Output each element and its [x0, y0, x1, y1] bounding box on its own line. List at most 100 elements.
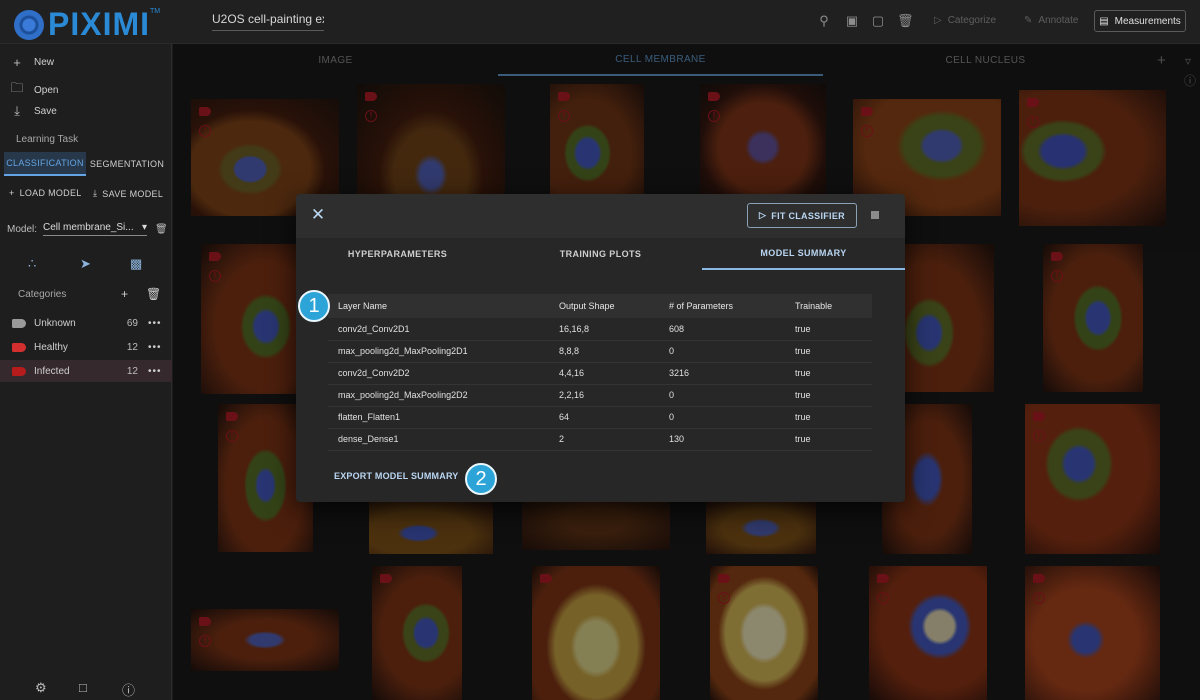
table-row: max_pooling2d_MaxPooling2D2 2,2,16 0 tru…	[328, 384, 872, 407]
column-header: # of Parameters	[659, 294, 785, 318]
category-tag-icon	[12, 318, 26, 328]
column-header: Output Shape	[549, 294, 659, 318]
dialog-tabs: HYPERPARAMETERS TRAINING PLOTS MODEL SUM…	[296, 238, 905, 270]
bar-chart-icon[interactable]: ▩	[130, 256, 142, 272]
select-all-icon[interactable]: ▣	[844, 13, 860, 29]
ruler-icon: ▤	[1099, 15, 1109, 27]
table-row: flatten_Flatten1 64 0 true	[328, 406, 872, 429]
category-item-healthy[interactable]: Healthy 12 •••	[0, 336, 172, 358]
delete-icon[interactable]: 🗑	[897, 13, 914, 29]
category-count: 12	[126, 341, 138, 353]
app-header: PIXIMI TM U2OS cell-painting expe ⚲ ▣ ▢ …	[0, 0, 1200, 44]
new-button[interactable]: + New	[10, 55, 54, 70]
layer-name-cell: conv2d_Conv2D1	[328, 318, 549, 341]
tab-model-summary[interactable]: MODEL SUMMARY	[702, 238, 905, 270]
fit-classifier-button[interactable]: ▷ FIT CLASSIFIER	[747, 203, 857, 228]
more-options-icon[interactable]: •••	[148, 366, 162, 377]
learning-task-heading: Learning Task	[16, 134, 79, 145]
categories-heading: Categories	[18, 289, 67, 300]
save-button[interactable]: ⤓ Save	[10, 103, 57, 119]
delete-categories-icon[interactable]: 🗑	[146, 287, 161, 301]
fit-classifier-label: FIT CLASSIFIER	[771, 210, 845, 221]
trainable-cell: true	[785, 406, 872, 429]
save-label: Save	[34, 105, 57, 117]
export-model-summary-button[interactable]: EXPORT MODEL SUMMARY	[334, 471, 459, 481]
model-selector-row: Model: Cell membrane_Si... ▾ 🗑	[7, 222, 168, 236]
settings-icon[interactable]: ⚙	[35, 680, 47, 696]
layer-name-cell: max_pooling2d_MaxPooling2D2	[328, 384, 549, 407]
save-model-button[interactable]: ⤓ SAVE MODEL	[93, 188, 163, 199]
zoom-icon[interactable]: ⚲	[816, 13, 832, 29]
deselect-icon[interactable]: ▢	[870, 13, 886, 29]
folder-icon: 🗀	[10, 80, 24, 95]
layer-name-cell: dense_Dense1	[328, 428, 549, 451]
step-callout-2: 2	[465, 463, 497, 495]
layer-name-cell: conv2d_Conv2D2	[328, 362, 549, 385]
trainable-cell: true	[785, 340, 872, 363]
more-options-icon[interactable]: •••	[148, 342, 162, 353]
table-row: conv2d_Conv2D1 16,16,8 608 true	[328, 318, 872, 341]
table-header-row: Layer Name Output Shape # of Parameters …	[328, 294, 872, 318]
tab-hyperparameters[interactable]: HYPERPARAMETERS	[296, 238, 499, 270]
category-name: Infected	[34, 365, 70, 377]
load-model-label: LOAD MODEL	[19, 188, 82, 198]
logo-text: PIXIMI	[48, 6, 151, 42]
stop-icon[interactable]	[871, 211, 879, 219]
table-row: max_pooling2d_MaxPooling2D1 8,8,8 0 true	[328, 340, 872, 363]
model-label: Model:	[7, 223, 38, 235]
play-circle-icon: ▷	[759, 210, 767, 220]
measurements-button[interactable]: ▤ Measurements	[1094, 10, 1186, 32]
output-shape-cell: 2	[549, 428, 659, 451]
parameters-cell: 0	[659, 340, 785, 363]
output-shape-cell: 16,16,8	[549, 318, 659, 341]
help-icon[interactable]: ⓘ	[122, 680, 135, 699]
category-tag-icon	[12, 342, 26, 352]
scatter-plot-icon[interactable]: ∴	[28, 256, 36, 272]
parameters-cell: 130	[659, 428, 785, 451]
column-header: Trainable	[785, 294, 872, 318]
close-icon[interactable]: ✕	[310, 206, 326, 224]
annotate-button[interactable]: ✎ Annotate	[1024, 11, 1078, 31]
brush-icon: ✎	[1024, 15, 1033, 26]
output-shape-cell: 8,8,8	[549, 340, 659, 363]
dialog-header: ✕ ▷ FIT CLASSIFIER	[296, 194, 905, 238]
logo-trademark: TM	[150, 8, 161, 15]
category-count: 12	[126, 365, 138, 377]
model-value: Cell membrane_Si...	[43, 222, 134, 233]
plus-icon: +	[9, 188, 15, 198]
output-shape-cell: 4,4,16	[549, 362, 659, 385]
feedback-icon[interactable]: □	[79, 680, 87, 695]
trainable-cell: true	[785, 428, 872, 451]
output-shape-cell: 64	[549, 406, 659, 429]
trainable-cell: true	[785, 318, 872, 341]
parameters-cell: 0	[659, 406, 785, 429]
download-icon: ⤓	[14, 103, 20, 118]
load-model-button[interactable]: + LOAD MODEL	[9, 188, 82, 198]
model-select[interactable]: Cell membrane_Si... ▾	[43, 222, 148, 236]
open-button[interactable]: 🗀 Open	[10, 79, 58, 101]
trash-icon[interactable]: 🗑	[155, 224, 168, 235]
categorize-label: Categorize	[947, 15, 997, 26]
tab-classification[interactable]: CLASSIFICATION	[4, 152, 86, 176]
more-options-icon[interactable]: •••	[148, 318, 162, 329]
add-category-icon[interactable]: +	[121, 287, 128, 301]
label-arrow-icon[interactable]: ➤	[80, 256, 91, 272]
label-icon: ▷	[934, 15, 942, 26]
category-item-unknown[interactable]: Unknown 69 •••	[0, 312, 172, 334]
category-count: 69	[126, 317, 138, 329]
table-row: conv2d_Conv2D2 4,4,16 3216 true	[328, 362, 872, 385]
sidebar: + New 🗀 Open ⤓ Save Learning Task CLASSI…	[0, 44, 172, 700]
category-item-infected[interactable]: Infected 12 •••	[0, 360, 172, 382]
tab-training-plots[interactable]: TRAINING PLOTS	[499, 238, 702, 270]
fit-classifier-dialog: ✕ ▷ FIT CLASSIFIER HYPERPARAMETERS TRAIN…	[296, 194, 905, 502]
tab-segmentation[interactable]: SEGMENTATION	[86, 152, 168, 176]
open-label: Open	[34, 84, 59, 96]
trainable-cell: true	[785, 362, 872, 385]
categorize-button[interactable]: ▷ Categorize	[934, 11, 996, 31]
model-summary-table: Layer Name Output Shape # of Parameters …	[328, 294, 872, 451]
category-tag-icon	[12, 366, 26, 376]
layer-name-cell: flatten_Flatten1	[328, 406, 549, 429]
column-header: Layer Name	[328, 294, 549, 318]
trainable-cell: true	[785, 384, 872, 407]
project-title-input[interactable]: U2OS cell-painting expe	[212, 12, 324, 31]
